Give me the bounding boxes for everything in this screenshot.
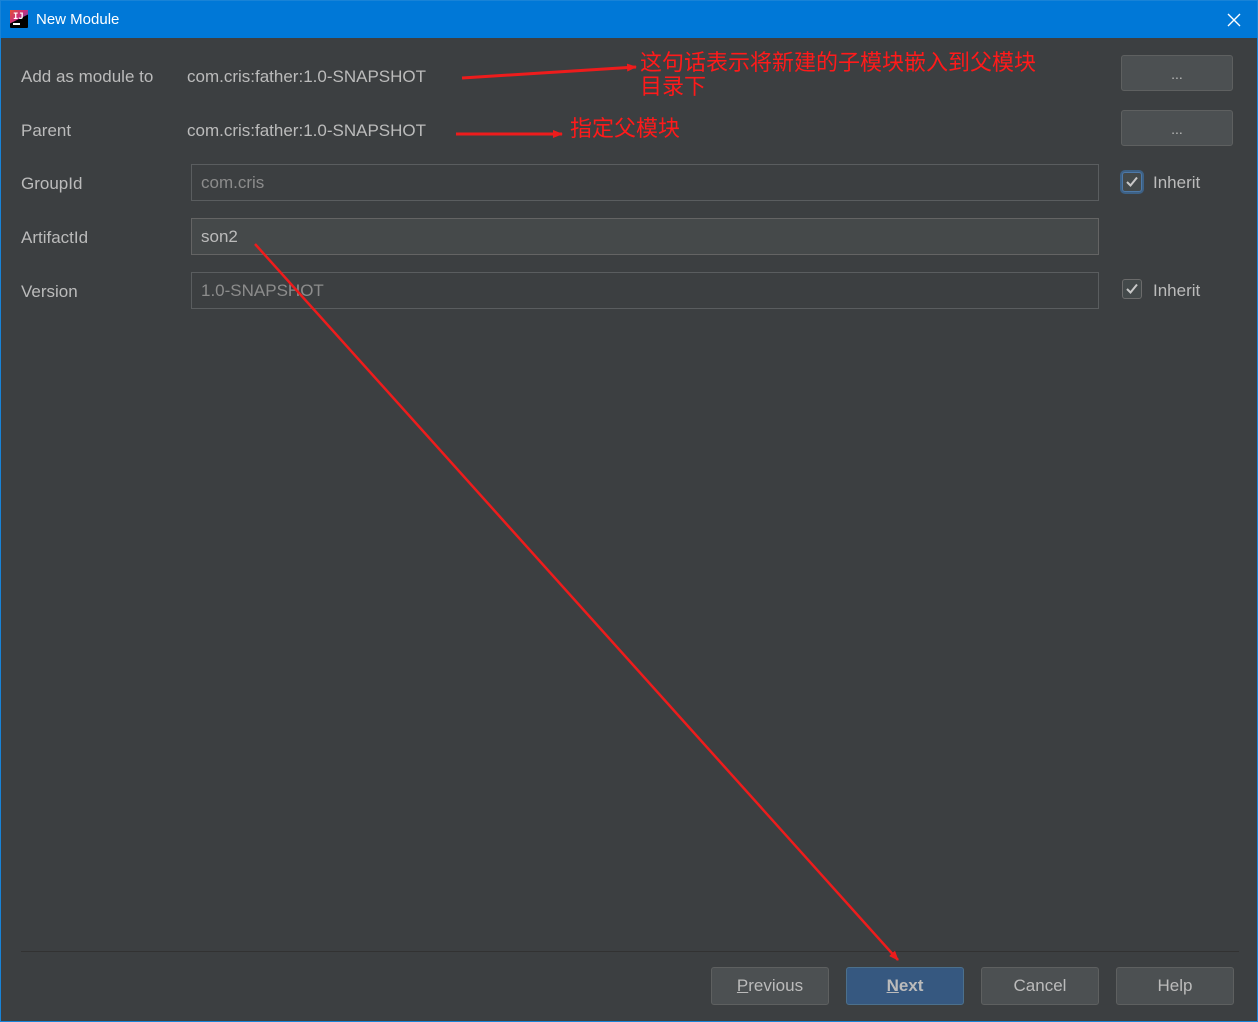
close-icon[interactable] (1215, 1, 1253, 38)
groupid-label: GroupId (21, 174, 83, 193)
add-as-module-label: Add as module to (21, 67, 154, 86)
parent-browse-button[interactable]: ... (1121, 110, 1233, 146)
checkmark-icon (1126, 176, 1138, 187)
window-title: New Module (36, 11, 120, 28)
dialog-content: Add as module to com.cris:father:1.0-SNA… (1, 38, 1257, 1021)
version-inherit-checkbox[interactable] (1122, 279, 1142, 299)
help-button[interactable]: Help (1116, 967, 1234, 1005)
annotation-module-note-line2: 目录下 (640, 75, 707, 100)
title-bar: IJ New Module (1, 1, 1257, 38)
cancel-button[interactable]: Cancel (981, 967, 1099, 1005)
version-inherit-label[interactable]: Inherit (1153, 280, 1200, 302)
previous-button[interactable]: Previous (711, 967, 829, 1005)
parent-label: Parent (21, 121, 72, 140)
new-module-dialog: IJ New Module Add as module to com.cris:… (0, 0, 1258, 1022)
groupid-inherit-checkbox[interactable] (1122, 172, 1142, 192)
intellij-app-icon: IJ (10, 10, 28, 28)
footer-separator (21, 951, 1239, 952)
groupid-field[interactable]: com.cris (191, 164, 1099, 201)
groupid-inherit-label[interactable]: Inherit (1153, 172, 1200, 194)
version-field[interactable]: 1.0-SNAPSHOT (191, 272, 1099, 309)
add-as-module-browse-button[interactable]: ... (1121, 55, 1233, 91)
add-as-module-value: com.cris:father:1.0-SNAPSHOT (187, 67, 427, 86)
artifactid-label: ArtifactId (21, 228, 89, 247)
annotation-parent-note: 指定父模块 (570, 117, 681, 142)
version-label: Version (21, 282, 78, 301)
annotation-module-note-line1: 这句话表示将新建的子模块嵌入到父模块 (640, 51, 1037, 76)
checkmark-icon (1126, 283, 1138, 294)
next-button[interactable]: Next (846, 967, 964, 1005)
parent-value: com.cris:father:1.0-SNAPSHOT (187, 121, 427, 140)
artifactid-field[interactable]: son2 (191, 218, 1099, 255)
